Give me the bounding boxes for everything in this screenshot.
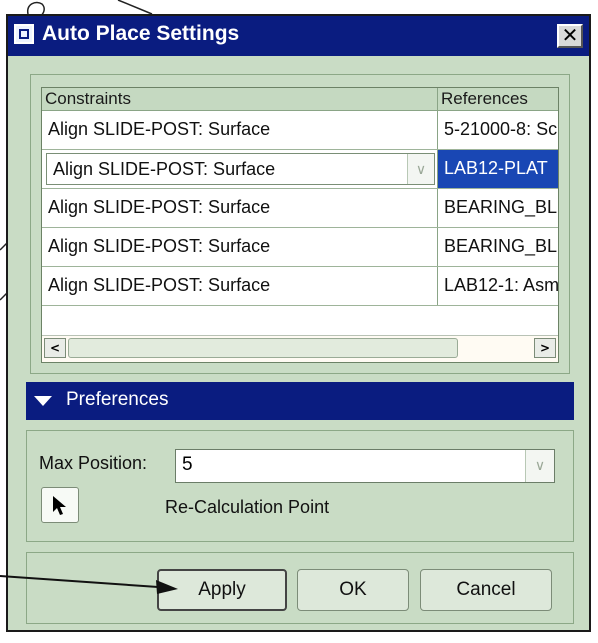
preferences-panel: Max Position: 5 ∨ Re-Calculation Point xyxy=(26,430,574,542)
table-row[interactable]: Align SLIDE-POST: Surface LAB12-1: Asm xyxy=(42,267,558,306)
constraint-cell[interactable]: Align SLIDE-POST: Surface xyxy=(42,189,438,227)
ok-button[interactable]: OK xyxy=(297,569,409,611)
table-header: Constraints References xyxy=(42,88,558,111)
cancel-button[interactable]: Cancel xyxy=(420,569,552,611)
constraints-table: Constraints References Align SLIDE-POST:… xyxy=(41,87,559,363)
column-header-constraints[interactable]: Constraints xyxy=(42,88,438,110)
close-button[interactable]: ✕ xyxy=(557,24,583,48)
column-header-references[interactable]: References xyxy=(438,88,558,110)
cursor-arrow-icon xyxy=(53,496,66,515)
title-bar[interactable]: Auto Place Settings ✕ xyxy=(8,16,589,56)
button-panel: Apply OK Cancel xyxy=(26,552,574,624)
horizontal-scrollbar[interactable]: < > xyxy=(42,335,558,362)
scroll-right-button[interactable]: > xyxy=(534,338,556,358)
preferences-header[interactable]: Preferences xyxy=(26,382,574,420)
constraint-cell[interactable]: Align SLIDE-POST: Surface xyxy=(42,111,438,149)
table-row[interactable]: Align SLIDE-POST: Surface BEARING_BL xyxy=(42,228,558,267)
table-row[interactable]: Align SLIDE-POST: Surface 5-21000-8: Sc xyxy=(42,111,558,150)
reference-cell[interactable]: BEARING_BL xyxy=(438,189,558,227)
apply-button[interactable]: Apply xyxy=(157,569,287,611)
constraint-cell[interactable]: Align SLIDE-POST: Surface xyxy=(42,228,438,266)
scroll-left-button[interactable]: < xyxy=(44,338,66,358)
chevron-down-icon[interactable]: ∨ xyxy=(407,154,434,184)
reference-cell[interactable]: BEARING_BL xyxy=(438,228,558,266)
caret-down-icon xyxy=(34,396,52,406)
dialog-title: Auto Place Settings xyxy=(42,22,240,45)
window-icon xyxy=(14,24,34,44)
recalculation-point-label: Re-Calculation Point xyxy=(165,497,330,517)
auto-place-settings-dialog: Auto Place Settings ✕ Constraints Refere… xyxy=(6,14,591,632)
table-row[interactable]: Align SLIDE-POST: Surface BEARING_BL xyxy=(42,189,558,228)
reference-cell[interactable]: LAB12-PLAT xyxy=(438,150,558,188)
preferences-label: Preferences xyxy=(66,389,169,410)
reference-cell[interactable]: LAB12-1: Asm xyxy=(438,267,558,305)
table-row-selected[interactable]: Align SLIDE-POST: Surface ∨ LAB12-PLAT xyxy=(42,150,558,189)
constraint-dropdown[interactable]: Align SLIDE-POST: Surface ∨ xyxy=(46,153,435,185)
constraints-panel: Constraints References Align SLIDE-POST:… xyxy=(30,74,570,374)
max-position-dropdown[interactable]: 5 ∨ xyxy=(175,449,555,483)
reference-cell[interactable]: 5-21000-8: Sc xyxy=(438,111,558,149)
max-position-value: 5 xyxy=(182,454,193,475)
constraint-cell[interactable]: Align SLIDE-POST: Surface xyxy=(42,267,438,305)
constraint-dropdown-value: Align SLIDE-POST: Surface xyxy=(53,159,276,179)
scroll-thumb[interactable] xyxy=(68,338,458,358)
max-position-label: Max Position: xyxy=(39,453,148,473)
constraint-cell[interactable]: Align SLIDE-POST: Surface ∨ xyxy=(42,150,438,188)
recalculation-point-button[interactable] xyxy=(41,487,79,523)
chevron-down-icon[interactable]: ∨ xyxy=(525,450,554,482)
